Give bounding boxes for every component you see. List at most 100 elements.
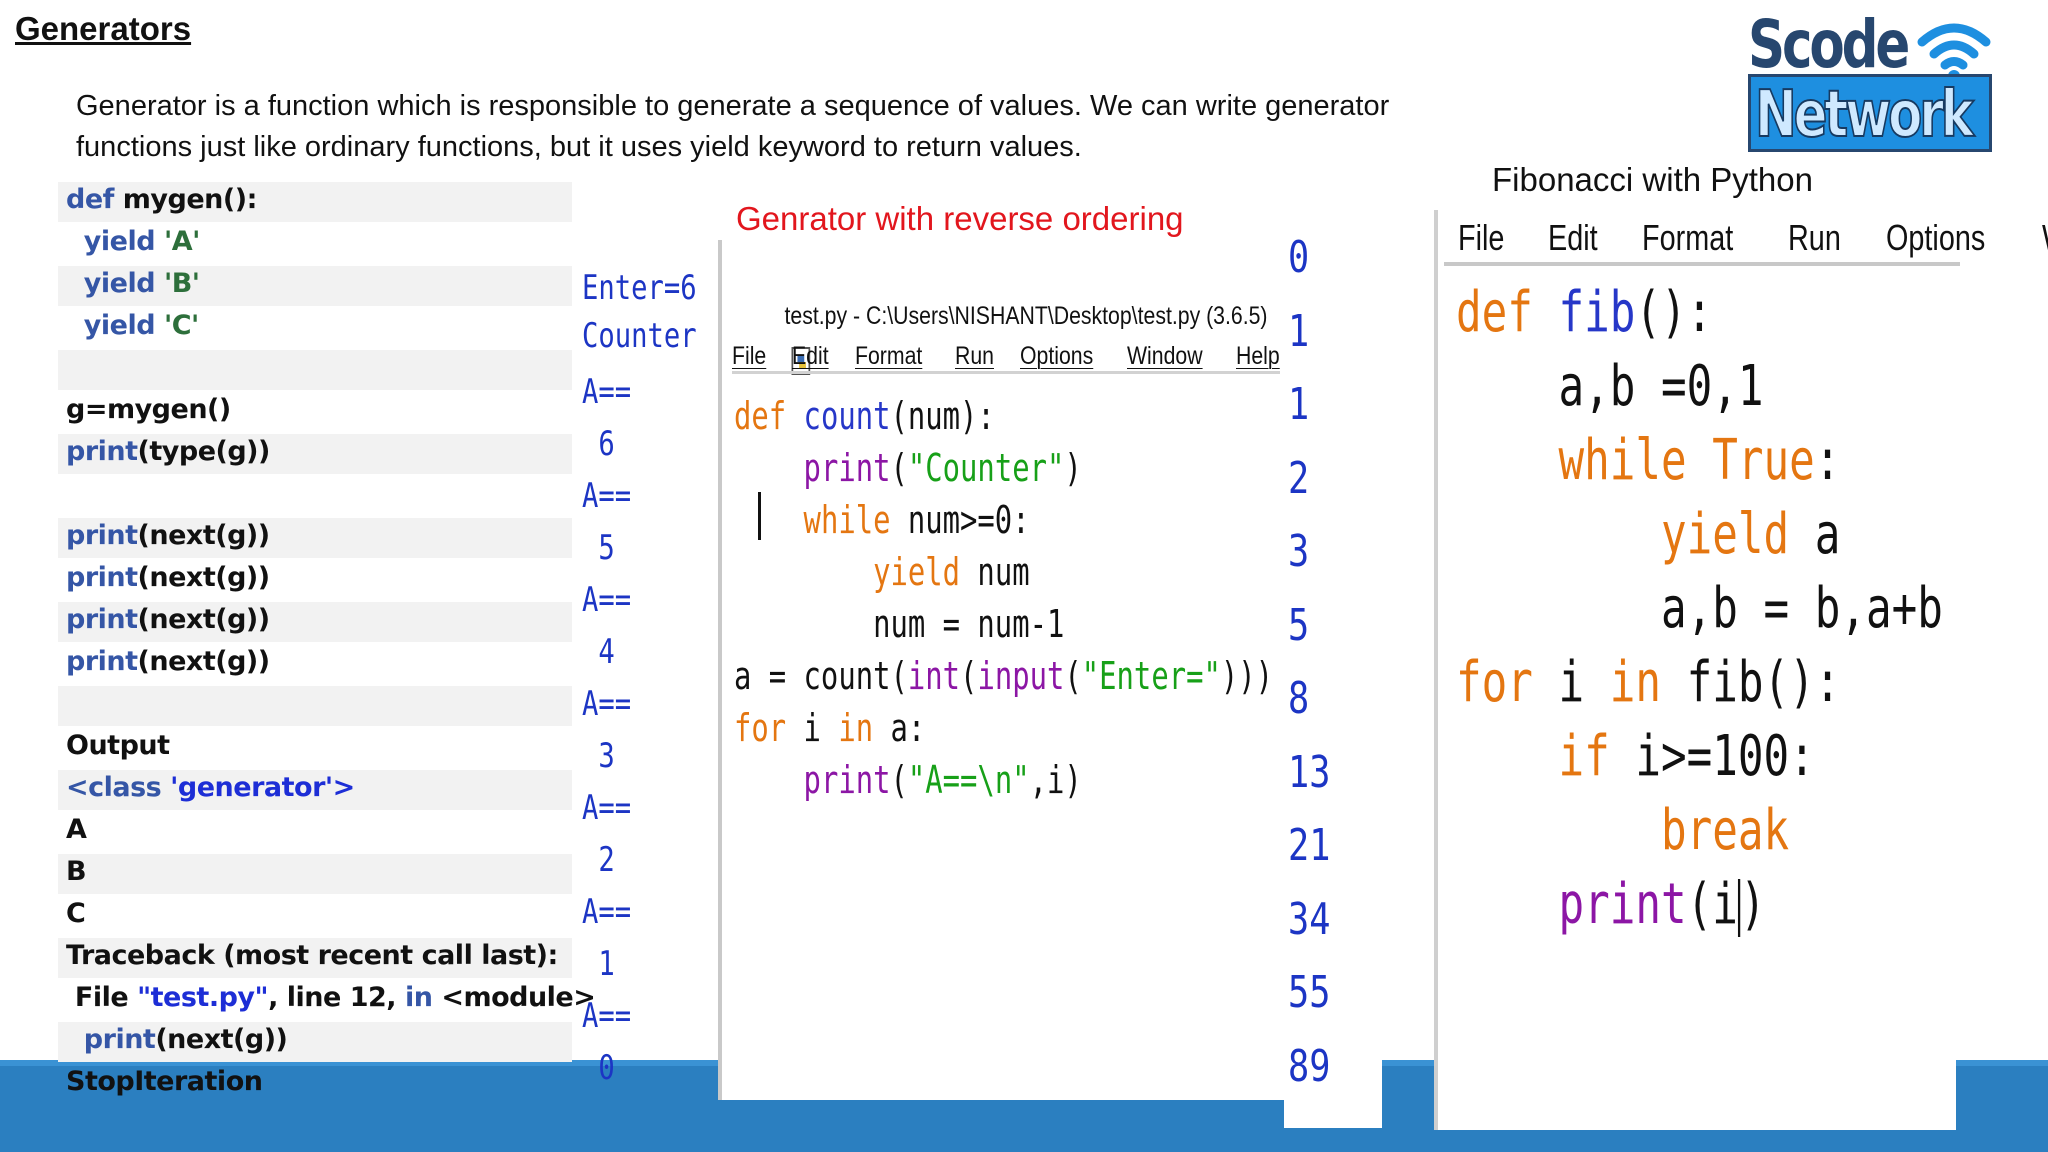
code-text: g=mygen()	[66, 394, 231, 425]
keyword: while	[1558, 428, 1687, 493]
intro-line-1: Generator is a function which is respons…	[76, 90, 1390, 122]
fibonacci-value: 55	[1288, 967, 1331, 1018]
fib-editor-window: File Edit Format Run Options W def fib(): a,b…	[1434, 210, 2048, 1130]
menu-window[interactable]: Window	[1127, 338, 1203, 370]
fibonacci-output-console: 0 1 1 2 3 5 8 13 21 34 55 89	[1284, 232, 1382, 1128]
code-line: print(type(g))	[66, 432, 270, 472]
code-text: (next(g))	[137, 646, 271, 677]
intro-text: Generator is a function which is respons…	[76, 86, 1516, 168]
code-line: print(next(g))	[66, 558, 270, 598]
menu-edit[interactable]: Edit	[792, 338, 829, 370]
menu-options[interactable]: Options	[1886, 218, 1985, 258]
idle-title-bar: test.py - C:\Users\NISHANT\Desktop\test.…	[732, 250, 1268, 376]
code-line: A	[66, 810, 87, 850]
code-line: for i in fib():	[1456, 650, 1841, 715]
code-text: A	[66, 814, 87, 845]
menu-format[interactable]: Format	[855, 338, 922, 370]
code-line: print(next(g))	[66, 642, 270, 682]
code-line: a,b = b,a+b	[1456, 576, 1943, 641]
logo-line-1: Scode	[1748, 6, 1910, 83]
code-line: StopIteration	[66, 1062, 263, 1102]
builtin: print	[803, 758, 891, 802]
code-text: (type(g))	[137, 436, 271, 467]
menu-run[interactable]: Run	[1788, 218, 1841, 258]
caption-reverse-ordering: Genrator with reverse ordering	[736, 200, 1184, 237]
traceback-filename: "test.py"	[137, 982, 269, 1013]
builtin: int	[907, 654, 961, 698]
console-output-line: 2	[582, 840, 615, 880]
code-line: File "test.py", line 12, in <module>	[66, 978, 596, 1018]
code-keyword: yield	[66, 310, 156, 341]
code-line: g=mygen()	[66, 390, 231, 430]
code-keyword: print	[66, 436, 138, 467]
keyword: yield	[1660, 502, 1790, 567]
code-text: 'C'	[155, 310, 199, 341]
code-line: while num>=0:	[803, 498, 1030, 542]
code-text: (next(g))	[137, 562, 271, 593]
fibonacci-value: 3	[1288, 526, 1310, 577]
console-output-line: 5	[582, 528, 615, 568]
keyword: in	[1609, 650, 1662, 715]
fibonacci-value: 1	[1288, 305, 1310, 357]
console-output-line: A==	[582, 372, 632, 412]
code-line: Output	[66, 726, 170, 766]
code-line: print(i)	[1558, 872, 1766, 937]
console-output-line: Enter=6	[582, 268, 697, 308]
fibonacci-value: 21	[1288, 820, 1331, 871]
code-line: <class 'generator'>	[66, 768, 355, 808]
console-output-line: 0	[582, 1048, 615, 1088]
console-output-line: A==	[582, 892, 632, 932]
fibonacci-value: 0	[1288, 232, 1310, 283]
code-line: yield 'C'	[66, 306, 200, 346]
menu-file[interactable]: File	[1458, 218, 1504, 258]
code-line: a,b =0,1	[1456, 354, 1764, 419]
fibonacci-value: 5	[1288, 599, 1310, 651]
code-line: yield num	[873, 550, 1030, 594]
code-line: num = num-1	[734, 602, 1065, 646]
caption-fibonacci: Fibonacci with Python	[1492, 161, 1813, 198]
code-line: def fib():	[1456, 280, 1713, 345]
code-line: print("A==\n",i)	[803, 758, 1082, 802]
text-cursor	[1737, 878, 1741, 937]
code-text: 'B'	[155, 268, 200, 299]
fibonacci-value: 89	[1288, 1040, 1331, 1092]
menu-file[interactable]: File	[732, 338, 766, 370]
menu-w[interactable]: W	[2042, 218, 2048, 258]
keyword: break	[1660, 798, 1790, 863]
console-output-line: A==	[582, 788, 632, 828]
code-keyword: <class	[66, 772, 162, 803]
code-line: B	[66, 852, 87, 892]
console-output-line: 3	[582, 736, 615, 776]
menu-options[interactable]: Options	[1020, 338, 1093, 370]
idle-title-text: test.py - C:\Users\NISHANT\Desktop\test.…	[784, 302, 1268, 330]
keyword: for	[734, 706, 787, 750]
menu-help[interactable]: Help	[1236, 338, 1280, 370]
fibonacci-value: 13	[1288, 746, 1331, 798]
keyword: if	[1558, 724, 1610, 789]
code-text: (next(g))	[155, 1024, 288, 1055]
code-keyword: print	[66, 562, 138, 593]
console-output-line: 4	[582, 632, 615, 672]
console-output-line: 6	[582, 424, 615, 464]
code-line: if i>=100:	[1558, 724, 1815, 789]
builtin: input	[977, 654, 1065, 698]
fib-menu-bar: File Edit Format Run Options W	[1458, 218, 2048, 258]
code-line: yield a	[1660, 502, 1841, 567]
function-name: fib	[1532, 280, 1636, 345]
reverse-output-console: Enter=6 Counter A== 6 A== 5 A== 4 A== 3 A== 2 A…	[578, 268, 708, 1098]
menu-format[interactable]: Format	[1642, 218, 1733, 258]
code-keyword: print	[66, 1024, 156, 1055]
code-line: def count(num):	[734, 394, 995, 438]
code-keyword: yield	[66, 268, 156, 299]
code-line: while True:	[1558, 428, 1841, 493]
console-output-line: 1	[582, 944, 615, 984]
code-line: print(next(g))	[66, 516, 270, 556]
logo-line-2: Network	[1754, 77, 1975, 153]
code-stripe	[58, 350, 572, 390]
menu-run[interactable]: Run	[955, 338, 994, 370]
console-output-line: A==	[582, 996, 632, 1036]
keyword: True	[1712, 428, 1815, 493]
menu-edit[interactable]: Edit	[1548, 218, 1598, 258]
console-output-line: Counter	[582, 316, 697, 356]
console-output-line: A==	[582, 580, 632, 620]
